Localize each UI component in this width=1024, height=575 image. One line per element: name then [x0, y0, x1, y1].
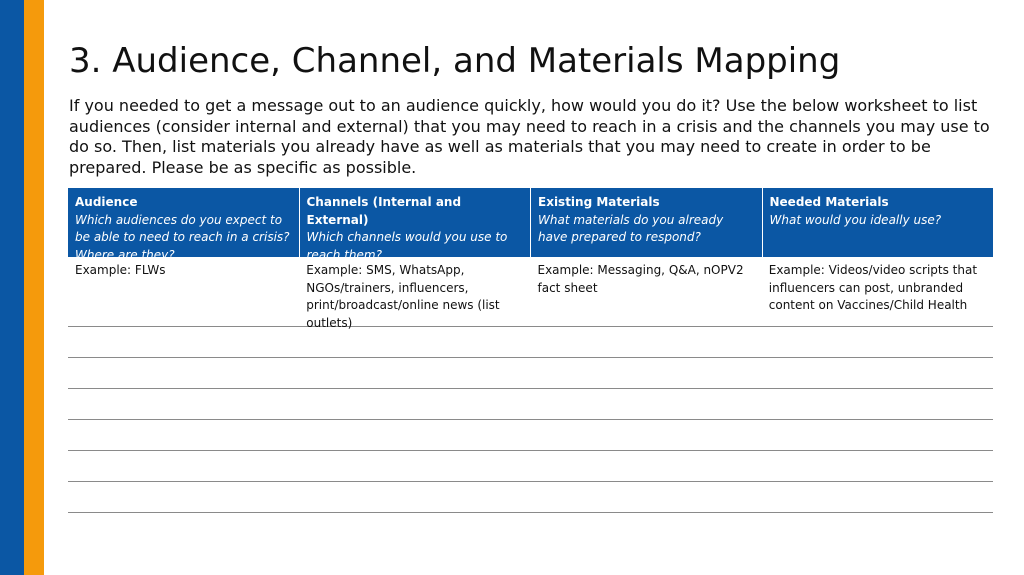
table-row-empty [68, 451, 993, 482]
table-row-example: Example: FLWs Example: SMS, WhatsApp, NG… [68, 257, 993, 330]
header-subtitle: Which audiences do you expect to be able… [75, 212, 290, 258]
example-existing-materials-cell: Example: Messaging, Q&A, nOPV2 fact shee… [537, 263, 744, 295]
header-title: Channels (Internal and External) [306, 195, 462, 227]
empty-rows-group [68, 327, 993, 513]
header-title: Audience [75, 195, 138, 209]
left-accent-bar-orange [24, 0, 44, 575]
table-row-empty [68, 358, 993, 389]
table-header-row: Audience Which audiences do you expect t… [68, 188, 993, 257]
header-channels: Channels (Internal and External) Which c… [300, 188, 531, 257]
header-needed-materials: Needed Materials What would you ideally … [763, 188, 994, 257]
example-channels-cell: Example: SMS, WhatsApp, NGOs/trainers, i… [306, 263, 500, 330]
mapping-worksheet-table: Audience Which audiences do you expect t… [68, 188, 993, 513]
example-needed-materials-cell: Example: Videos/video scripts that influ… [768, 263, 978, 312]
table-row-empty [68, 389, 993, 420]
table-row-empty [68, 420, 993, 451]
table-row-empty [68, 482, 993, 513]
header-subtitle: Which channels would you use to reach th… [306, 230, 508, 257]
page-title: 3. Audience, Channel, and Materials Mapp… [69, 41, 841, 81]
header-audience: Audience Which audiences do you expect t… [68, 188, 300, 257]
header-title: Existing Materials [538, 195, 660, 209]
table-row-empty [68, 327, 993, 358]
header-title: Needed Materials [769, 195, 889, 209]
header-subtitle: What would you ideally use? [769, 212, 942, 227]
left-accent-bar-blue [0, 0, 24, 575]
intro-paragraph: If you needed to get a message out to an… [69, 96, 990, 177]
example-audience-cell: Example: FLWs [75, 263, 166, 277]
header-existing-materials: Existing Materials What materials do you… [531, 188, 763, 257]
header-subtitle: What materials do you already have prepa… [538, 212, 724, 245]
